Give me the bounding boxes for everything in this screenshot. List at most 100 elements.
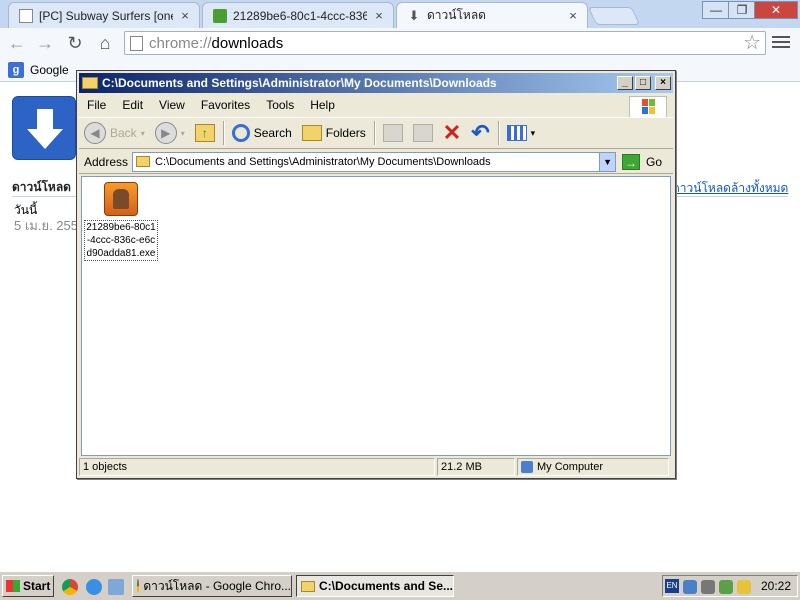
tab-download-file[interactable]: 21289be6-80c1-4ccc-836c-e × [202,2,394,28]
windows-logo-icon [629,96,667,118]
tab-close-icon[interactable]: × [373,8,385,23]
status-object-count: 1 objects [79,458,435,476]
menu-view[interactable]: View [151,98,193,112]
back-arrow-icon: ◀ [84,122,106,144]
address-dropdown-icon[interactable]: ▼ [599,152,616,171]
bookmark-google[interactable]: g Google [8,62,69,78]
clock: 20:22 [760,579,791,593]
menu-file[interactable]: File [79,98,114,112]
up-folder-icon: ↑ [194,124,215,142]
move-to-icon [382,124,403,142]
views-button[interactable]: ▾ [502,119,541,147]
network-icon[interactable] [683,580,697,594]
windows-logo-icon [6,580,20,592]
go-button[interactable]: → Go [622,153,663,170]
task-explorer-downloads[interactable]: C:\Documents and Se... [296,575,454,597]
go-label: Go [646,154,663,169]
search-icon [231,124,250,142]
undo-icon: ↶ [471,120,490,145]
toolbar-separator [497,121,499,145]
undo-button[interactable]: ↶ [466,119,494,147]
address-label: Address [84,154,129,169]
back-arrow-icon[interactable]: ← [6,33,28,53]
forward-arrow-icon[interactable]: → [34,33,56,53]
explorer-title-bar[interactable]: C:\Documents and Settings\Administrator\… [79,73,673,93]
chrome-menu-icon[interactable] [772,34,790,50]
chrome-icon [137,579,140,593]
status-size: 21.2 MB [437,458,515,476]
system-tray: EN 20:22 [662,575,798,597]
menu-edit[interactable]: Edit [114,98,151,112]
volume-icon[interactable] [701,580,715,594]
chrome-quicklaunch-icon[interactable] [62,579,78,595]
views-icon [506,125,527,141]
google-icon: g [8,62,24,78]
menu-favorites[interactable]: Favorites [193,98,258,112]
file-name: 21289be6-80c1-4ccc-836c-e6cd90adda81.exe [84,220,158,261]
ie-quicklaunch-icon[interactable] [86,579,102,595]
address-input[interactable]: C:\Documents and Settings\Administrator\… [132,151,617,172]
explorer-window: C:\Documents and Settings\Administrator\… [76,70,676,479]
file-item[interactable]: 21289be6-80c1-4ccc-836c-e6cd90adda81.exe [84,182,158,261]
download-date: 5 เม.ย. 255 [14,218,78,233]
window-close-button[interactable]: ✕ [754,1,798,19]
reload-icon[interactable]: ↻ [64,33,86,53]
new-tab-button[interactable] [587,7,641,25]
tab-close-icon[interactable]: × [567,8,579,23]
folders-label: Folders [325,126,366,140]
forward-button[interactable]: ▶ ▾ [150,119,190,147]
omnibox[interactable]: chrome://downloads ☆ [124,31,766,55]
go-arrow-icon: → [622,153,641,170]
window-minimize-button[interactable]: — [702,1,730,19]
toolbar-separator [222,121,224,145]
explorer-maximize-button[interactable]: □ [635,76,651,90]
home-icon[interactable]: ⌂ [94,33,116,53]
page-title: ดาวน์โหลด [12,180,71,194]
game-exe-icon [104,182,138,216]
tab-subway-surfers[interactable]: [PC] Subway Surfers [one2u × [8,2,200,28]
tab-downloads[interactable]: ⬇ ดาวน์โหลด × [396,2,588,28]
start-label: Start [23,579,51,593]
tab-close-icon[interactable]: × [179,8,191,23]
copy-to-button[interactable] [408,119,438,147]
omnibox-url[interactable]: chrome://downloads [149,35,283,52]
task-chrome-downloads[interactable]: ดาวน์โหลด - Google Chro... [132,575,292,597]
up-folder-button[interactable]: ↑ [190,119,220,147]
move-to-button[interactable] [378,119,408,147]
file-list-pane[interactable]: 21289be6-80c1-4ccc-836c-e6cd90adda81.exe [81,176,671,456]
tab-title: [PC] Subway Surfers [one2u [39,8,173,23]
show-desktop-icon[interactable] [108,579,124,595]
explorer-title: C:\Documents and Settings\Administrator\… [102,76,497,90]
search-button[interactable]: Search [227,119,297,147]
explorer-minimize-button[interactable]: _ [617,76,633,90]
folders-button[interactable]: Folders [297,119,371,147]
status-location: My Computer [517,458,669,476]
views-dropdown-icon: ▾ [530,127,536,138]
address-bar: Address C:\Documents and Settings\Admini… [79,150,673,174]
tab-title: 21289be6-80c1-4ccc-836c-e [233,8,367,23]
start-button[interactable]: Start [2,575,54,597]
warning-icon[interactable] [737,580,751,594]
open-downloads-folder-link[interactable]: ดาวน์โหลด [672,179,731,198]
safely-remove-icon[interactable] [719,580,733,594]
download-arrow-icon: ⬇ [408,7,420,23]
taskbar: Start ดาวน์โหลด - Google Chro... C:\Docu… [0,571,800,600]
status-bar: 1 objects 21.2 MB My Computer [79,458,673,476]
delete-button[interactable]: ✕ [438,119,466,147]
page-icon [19,8,33,23]
explorer-menu-bar: File Edit View Favorites Tools Help [79,95,673,118]
bookmark-star-icon[interactable]: ☆ [743,32,761,54]
window-maximize-button[interactable]: ❐ [728,1,756,19]
menu-tools[interactable]: Tools [258,98,302,112]
clear-all-link[interactable]: ล้างทั้งหมด [731,179,788,198]
menu-help[interactable]: Help [302,98,343,112]
folder-icon [136,156,151,167]
explorer-toolbar: ◀ Back ▾ ▶ ▾ ↑ Search Folders ✕ ↶ ▾ [79,117,673,149]
my-computer-icon [521,461,533,473]
language-indicator[interactable]: EN [665,579,679,593]
back-button[interactable]: ◀ Back ▾ [79,119,150,147]
tab-title: ดาวน์โหลด [427,8,486,22]
downloads-logo-icon [12,96,76,160]
toolbar-separator [373,121,375,145]
explorer-close-button[interactable]: × [655,76,671,90]
